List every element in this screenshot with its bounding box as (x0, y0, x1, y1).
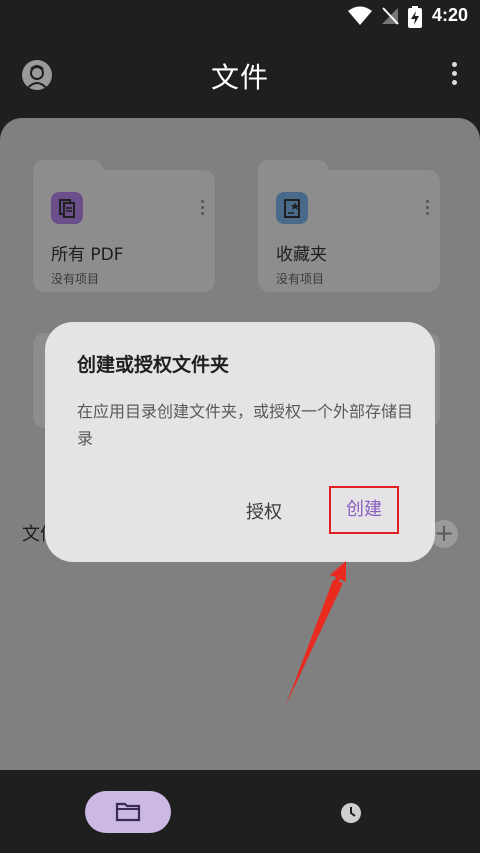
folder-menu-icon[interactable] (201, 200, 205, 218)
folder-menu-icon[interactable] (426, 200, 430, 218)
page-title: 文件 (210, 61, 269, 94)
pdf-docs-icon (51, 192, 83, 224)
folder-name: 收藏夹 (276, 245, 327, 265)
dialog-title: 创建或授权文件夹 (77, 354, 230, 376)
folder-icon (115, 802, 141, 822)
dialog-message: 在应用目录创建文件夹，或授权一个外部存储目录 (77, 402, 414, 448)
create-button[interactable]: 创建 (329, 486, 399, 534)
folder-subtitle: 没有项目 (51, 272, 100, 286)
authorize-button[interactable]: 授权 (241, 498, 287, 528)
wifi-icon (348, 6, 372, 25)
more-options-icon[interactable] (450, 62, 458, 88)
folder-tab (258, 160, 328, 182)
app-bar: 文件 (0, 34, 480, 118)
folder-card-all-pdf[interactable]: 所有 PDF 没有项目 (33, 160, 215, 292)
folder-subtitle: 没有项目 (276, 272, 325, 286)
status-time: 4:20 (431, 5, 468, 25)
battery-charging-icon (408, 6, 422, 28)
nav-files-tab[interactable] (85, 791, 171, 833)
bottom-navigation (0, 770, 480, 853)
nav-recent-tab[interactable] (339, 801, 363, 825)
no-signal-icon (382, 7, 399, 25)
create-folder-dialog: 创建或授权文件夹 在应用目录创建文件夹，或授权一个外部存储目录 授权 创建 (45, 322, 435, 562)
star-doc-icon (276, 192, 308, 224)
status-bar: 4:20 (0, 0, 480, 34)
folder-name: 所有 PDF (51, 245, 124, 265)
folder-tab (33, 160, 103, 182)
clock-icon (341, 803, 361, 823)
folder-card-favorites[interactable]: 收藏夹 没有项目 (258, 160, 440, 292)
